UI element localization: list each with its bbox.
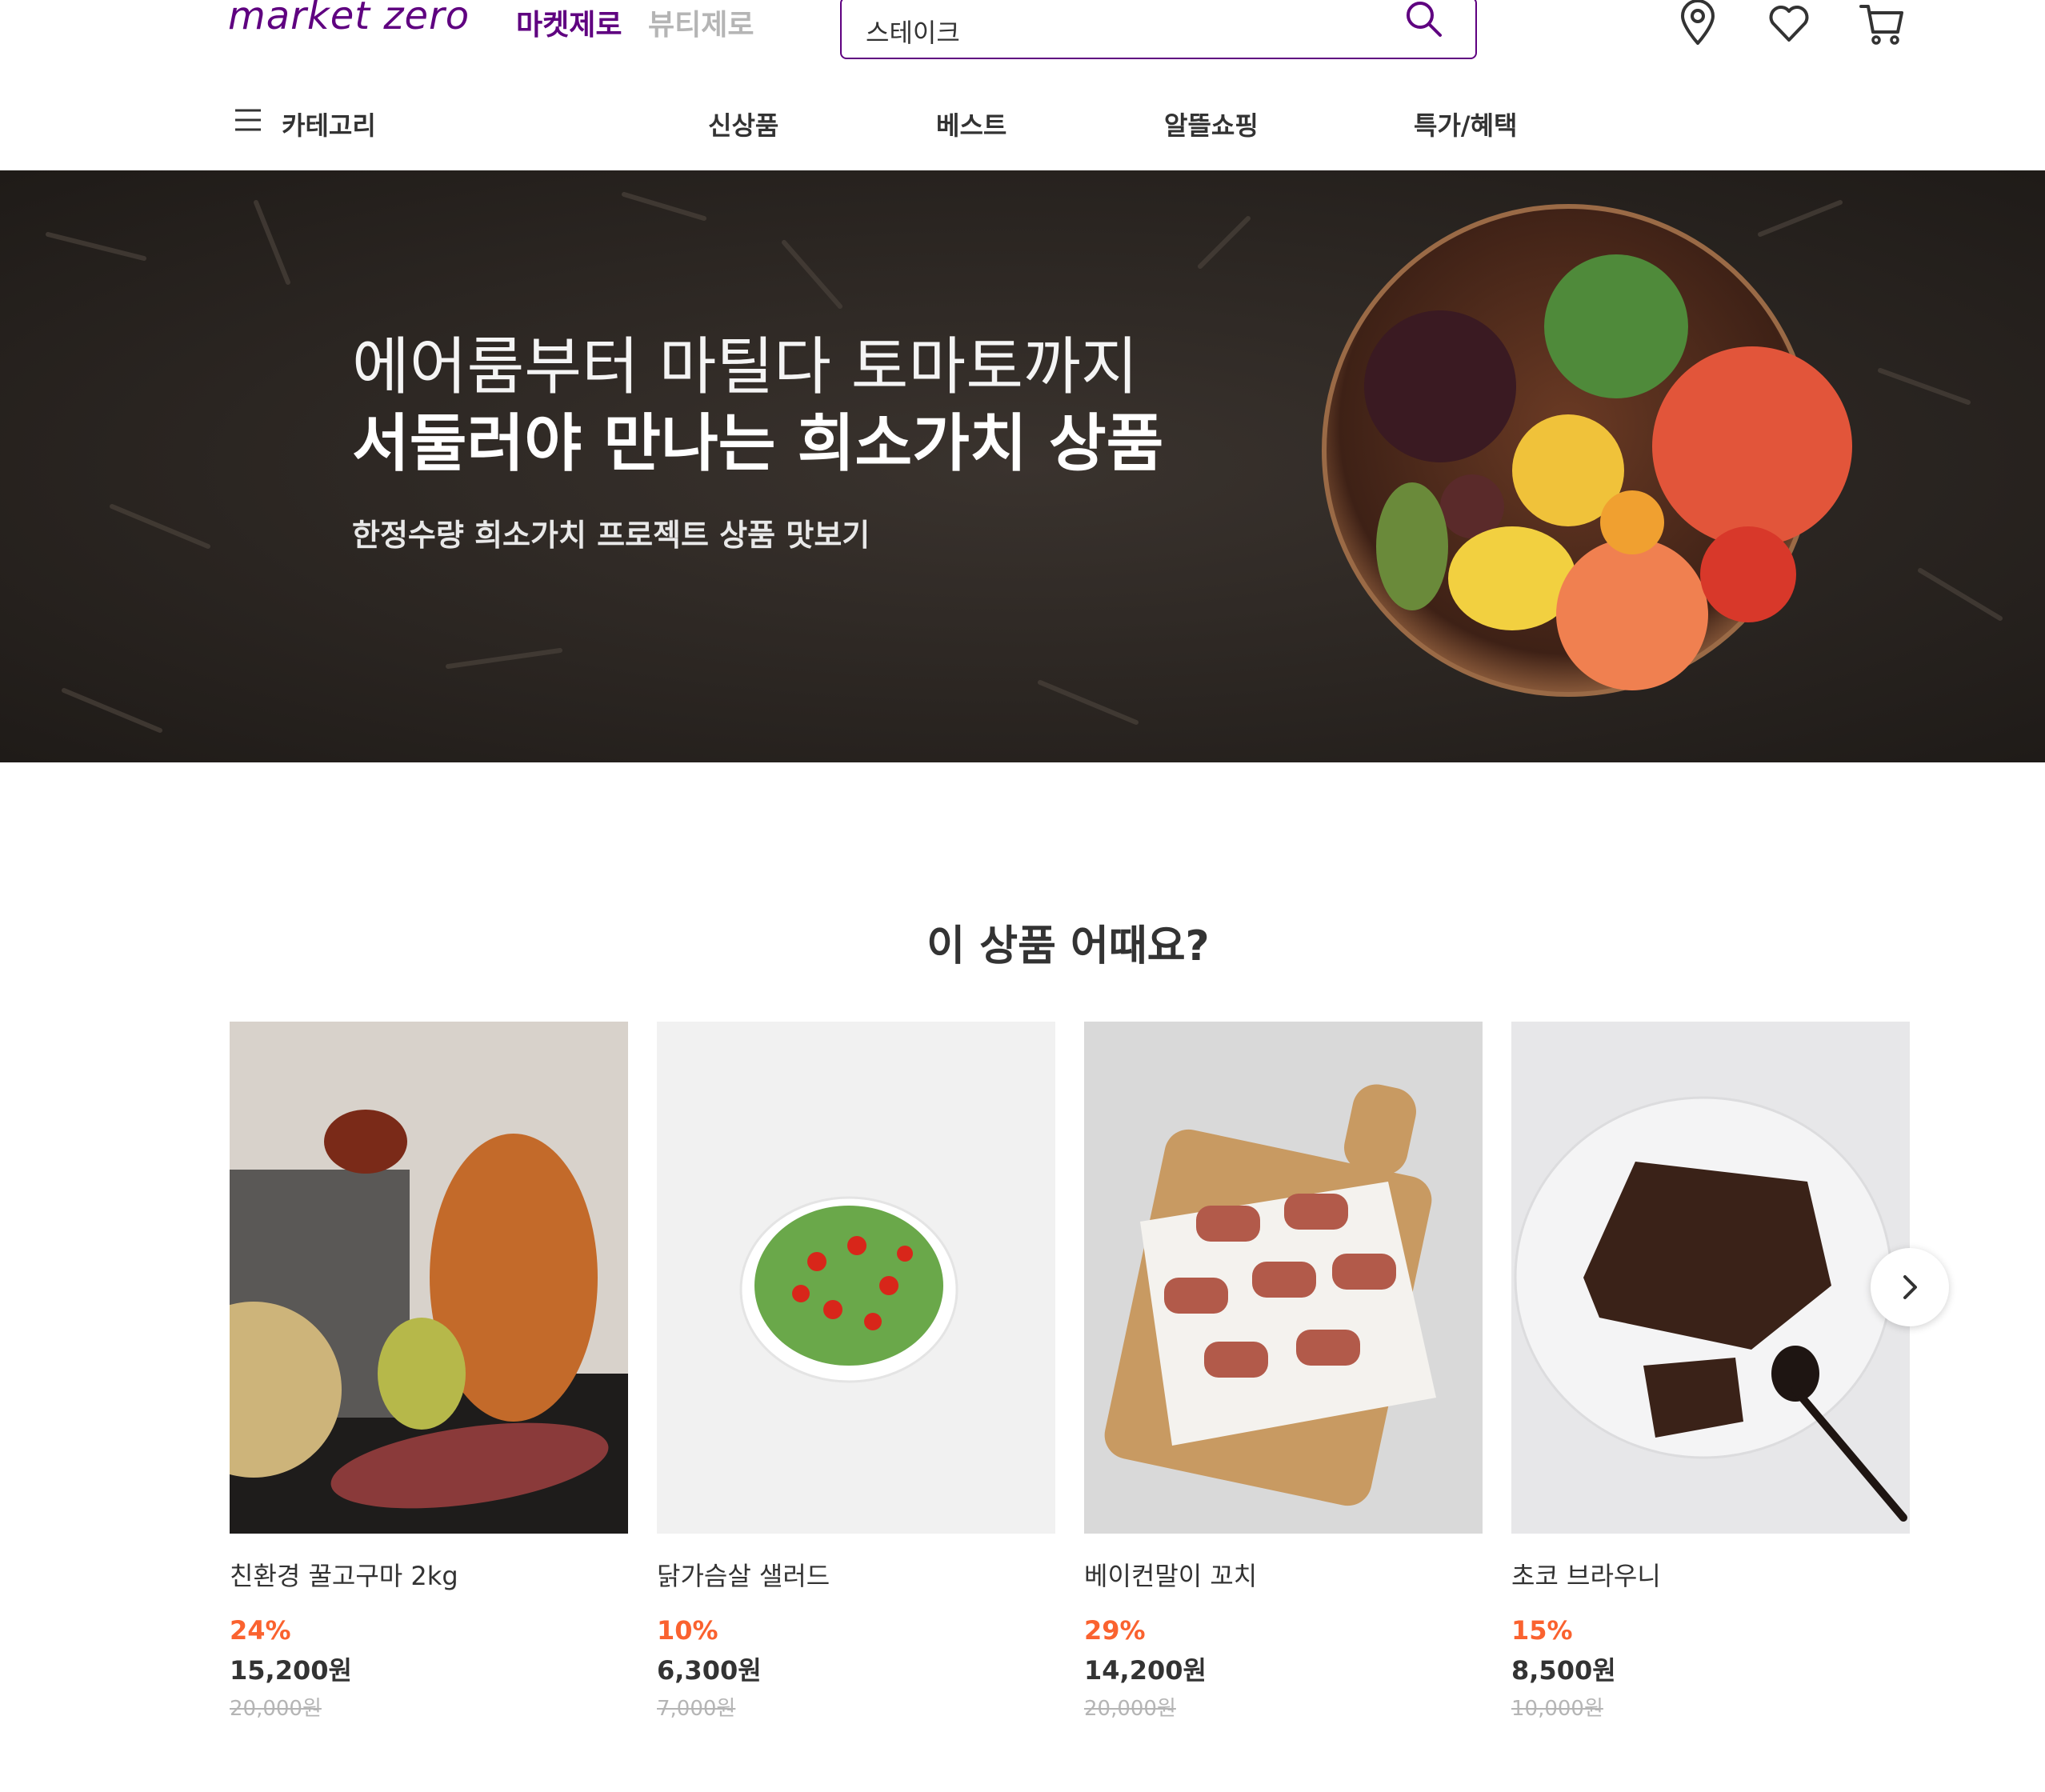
product-image[interactable] [657, 1022, 1055, 1534]
discount-rate: 15% [1511, 1615, 1573, 1646]
product-card[interactable]: 친환경 꿀고구마 2kg 24% 15,200원 20,000원 [230, 1022, 628, 1722]
original-price: 7,000원 [657, 1697, 736, 1721]
product-card[interactable]: 닭가슴살 샐러드 10% 6,300원 7,000원 [657, 1022, 1055, 1722]
chevron-right-icon [1903, 1275, 1917, 1299]
discount-rate: 24% [230, 1615, 291, 1646]
nav-special-offers[interactable]: 특가/혜택 [1414, 106, 1517, 142]
discount-rate: 10% [657, 1615, 718, 1646]
sale-price: 8,500원 [1511, 1655, 1616, 1686]
tab-beauty-zero[interactable]: 뷰티제로 [648, 2, 754, 43]
banner-title-line2: 서둘러야 만나는 희소가치 상품 [352, 408, 1164, 480]
search-icon[interactable] [1403, 0, 1443, 38]
original-price: 20,000원 [1084, 1697, 1176, 1721]
sale-price: 14,200원 [1084, 1655, 1207, 1686]
discount-rate: 29% [1084, 1615, 1146, 1646]
banner-subtitle: 한정수량 희소가치 프로젝트 상품 맛보기 [352, 518, 870, 553]
product-name[interactable]: 초코 브라우니 [1511, 1556, 1910, 1593]
section-title: 이 상품 어때요? [926, 922, 1210, 970]
sale-price: 6,300원 [657, 1655, 762, 1686]
original-price: 10,000원 [1511, 1697, 1603, 1721]
search-input[interactable]: 스테이크 [866, 13, 960, 50]
sale-price: 15,200원 [230, 1655, 352, 1686]
product-name[interactable]: 닭가슴살 샐러드 [657, 1556, 1055, 1593]
search-box[interactable]: 스테이크 [840, 0, 1477, 59]
product-image[interactable] [230, 1022, 628, 1534]
product-card[interactable]: 베이컨말이 꼬치 29% 14,200원 20,000원 [1084, 1022, 1483, 1722]
nav-new[interactable]: 신상품 [708, 106, 778, 142]
menu-icon[interactable] [234, 108, 262, 132]
nav-best[interactable]: 베스트 [936, 106, 1006, 142]
cart-icon[interactable] [1859, 0, 1904, 46]
product-name[interactable]: 친환경 꿀고구마 2kg [230, 1556, 628, 1593]
tab-market-zero[interactable]: 마켓제로 [516, 2, 622, 43]
carousel-next-button[interactable] [1871, 1248, 1949, 1326]
heart-icon[interactable] [1767, 0, 1811, 46]
product-image[interactable] [1084, 1022, 1483, 1534]
original-price: 20,000원 [230, 1697, 322, 1721]
nav-bargain[interactable]: 알뜰쇼핑 [1164, 106, 1259, 142]
site-logo[interactable]: market zero [228, 0, 470, 38]
product-image[interactable] [1511, 1022, 1910, 1534]
product-card[interactable]: 초코 브라우니 15% 8,500원 10,000원 [1511, 1022, 1910, 1722]
category-menu[interactable]: 카테고리 [282, 106, 376, 142]
product-name[interactable]: 베이컨말이 꼬치 [1084, 1556, 1483, 1593]
location-icon[interactable] [1675, 0, 1720, 46]
